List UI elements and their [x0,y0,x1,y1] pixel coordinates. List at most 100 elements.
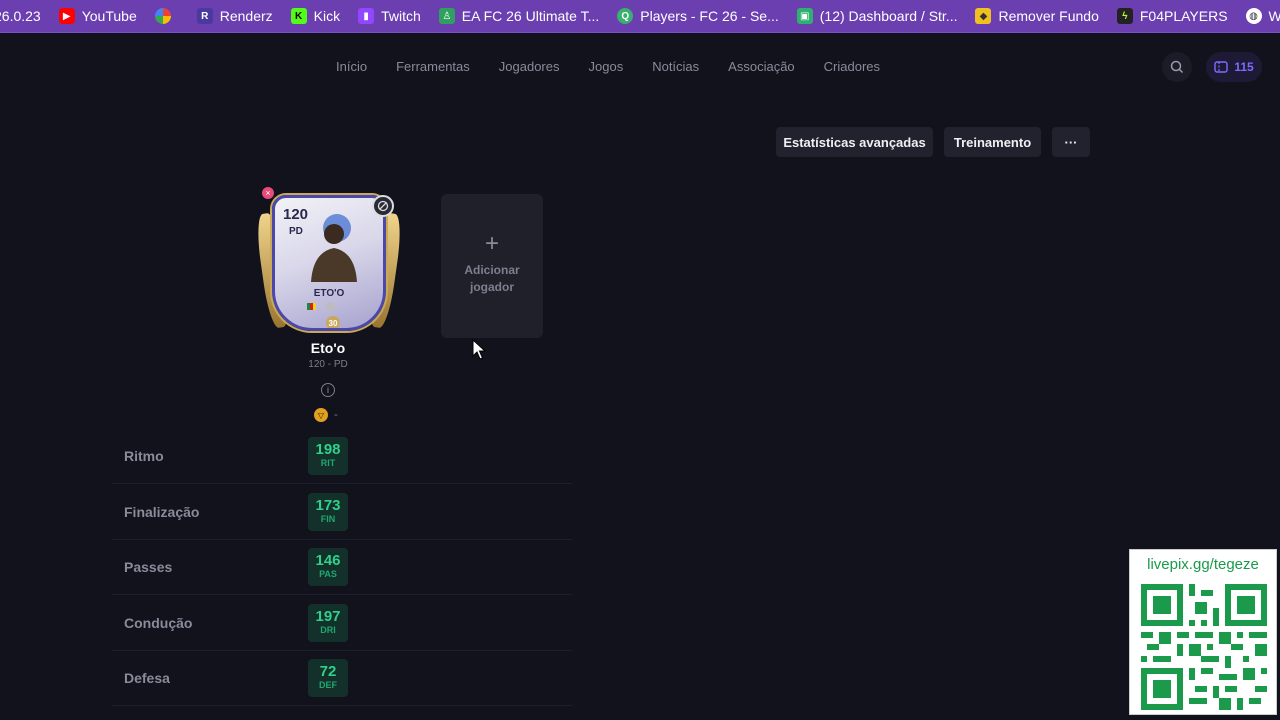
chem-style-icon: ▽ [314,408,328,422]
stat-abbr: PAS [319,568,337,579]
qr-code-icon [1141,584,1267,710]
stat-value-box: 198 RIT [308,436,348,475]
bookmark-players[interactable]: Q Players - FC 26 - Se... [608,0,787,32]
bookmark-label: Remover Fundo [998,8,1099,24]
nav-links: Início Ferramentas Jogadores Jogos Notíc… [336,59,909,74]
remove-player-button[interactable]: × [262,187,274,199]
ticket-icon [1214,61,1229,73]
search-button[interactable] [1162,52,1192,82]
card-flags [307,302,335,311]
stat-value-box: 146 PAS [308,547,348,586]
stat-label: Passes [124,558,173,575]
stat-value: 173 [315,496,341,514]
card-player-name: ETO'O [313,288,345,299]
livepix-qr-overlay: livepix.gg/tegeze [1129,549,1277,715]
nav-jogadores[interactable]: Jogadores [499,59,560,74]
stat-value-box: 173 FIN [308,492,348,531]
player-name: Eto'o [310,340,346,356]
stat-value-box: 72 DEF [308,658,348,697]
stat-value: 198 [315,440,341,458]
bookmark-label: 26.0.23 [0,8,41,24]
bookmark-label: Players - FC 26 - Se... [640,8,779,24]
stat-label: Defesa [124,669,170,686]
stat-label: Condução [124,614,193,631]
info-icon[interactable]: i [321,383,335,397]
bookmark-label: (12) Dashboard / Str... [819,8,958,24]
bookmark-ea-fc[interactable]: ♙ EA FC 26 Ultimate T... [430,0,608,32]
stat-value: 197 [315,607,341,625]
stat-value-box: 197 DRI [308,603,348,642]
nav-jogos[interactable]: Jogos [589,59,624,74]
bookmark-label: YouTube [81,8,137,24]
player-card[interactable]: 120 PD ETO'O 30 × [254,187,404,335]
player-rating-position: 120 - PD [308,359,348,370]
training-button[interactable]: Treinamento [944,127,1041,157]
advanced-stats-button[interactable]: Estatísticas avançadas [776,127,933,157]
player-image [311,214,357,282]
nav-associacao[interactable]: Associação [728,59,794,74]
bookmark-youtube[interactable]: ▶ YouTube [50,0,146,32]
bookmark-pinwheel[interactable] [146,0,188,32]
kick-icon: K [290,8,307,24]
stat-abbr: RIT [320,457,336,468]
dashboard-icon: ▣ [796,8,813,24]
top-navigation: Início Ferramentas Jogadores Jogos Notíc… [0,33,1280,99]
bookmark-renderz[interactable]: R Renderz [188,0,282,32]
card-rating: 120 [283,206,309,223]
bookmark-remover-fundo[interactable]: ◆ Remover Fundo [966,0,1107,32]
bookmark-label: Kick [313,8,341,24]
twitch-icon: ▮ [358,8,375,24]
futbin-icon: Q [617,8,634,24]
coins-count: 115 [1234,60,1254,74]
mouse-cursor-icon [472,339,486,360]
nav-ferramentas[interactable]: Ferramentas [396,59,470,74]
youtube-icon: ▶ [58,8,75,24]
stat-abbr: DRI [320,624,336,635]
remover-icon: ◆ [975,8,992,24]
stat-row-conducao: Condução 197 DRI [112,595,572,651]
stat-value: 146 [315,551,341,569]
bookmark-twitch[interactable]: ▮ Twitch [349,0,430,32]
bookmark-label: Web Ap [1269,8,1280,24]
bookmark-dashboard[interactable]: ▣ (12) Dashboard / Str... [788,0,967,32]
nav-criadores[interactable]: Criadores [824,59,880,74]
bookmark-label: EA FC 26 Ultimate T... [461,8,600,24]
stat-label: Finalização [124,503,200,520]
chem-style-selector[interactable]: ▽ - [314,408,338,422]
bookmark-f04players[interactable]: ϟ F04PLAYERS [1108,0,1237,32]
bookmark-label: F04PLAYERS [1139,8,1228,24]
renderz-icon: R [196,8,213,24]
more-options-button[interactable]: ··· [1052,127,1090,157]
bookmark-web-app[interactable]: ◍ Web Ap [1237,0,1280,32]
bookmark-version[interactable]: 26.0.23 [0,0,50,32]
stat-label: Ritmo [124,447,164,464]
qr-url: livepix.gg/tegeze [1147,556,1259,573]
add-player-label: Adicionar jogador [464,263,520,294]
bookmark-label: Renderz [219,8,273,24]
card-position: PD [289,226,303,237]
f04-icon: ϟ [1116,8,1133,24]
bookmarks-bar: 26.0.23 ▶YouTube RRenderz KKick ▮Twitch … [0,0,1280,33]
stat-row-ritmo: Ritmo 198 RIT [112,428,572,484]
card-face: 120 PD ETO'O 30 [272,195,386,331]
stat-row-passes: Passes 146 PAS [112,539,572,595]
bookmark-label: Twitch [381,8,421,24]
stat-abbr: FIN [320,513,336,524]
nav-inicio[interactable]: Início [336,59,367,74]
chem-style-value: - [334,409,338,421]
search-icon [1170,60,1184,74]
bookmark-kick[interactable]: K Kick [282,0,349,32]
card-chemistry: 30 [326,316,340,328]
nav-noticias[interactable]: Notícias [652,59,699,74]
coins-button[interactable]: 115 [1206,52,1262,82]
globe-icon: ◍ [1245,8,1262,24]
stat-abbr: DEF [319,679,337,690]
stat-row-defesa: Defesa 72 DEF [112,650,572,706]
add-player-button[interactable]: + Adicionar jogador [441,194,543,338]
cameroon-flag-icon [307,303,316,310]
stat-row-finalizacao: Finalização 173 FIN [112,484,572,540]
club-badge-icon [326,302,335,311]
plus-icon: + [484,230,499,257]
pinwheel-icon [154,8,171,24]
stat-value: 72 [319,662,337,680]
